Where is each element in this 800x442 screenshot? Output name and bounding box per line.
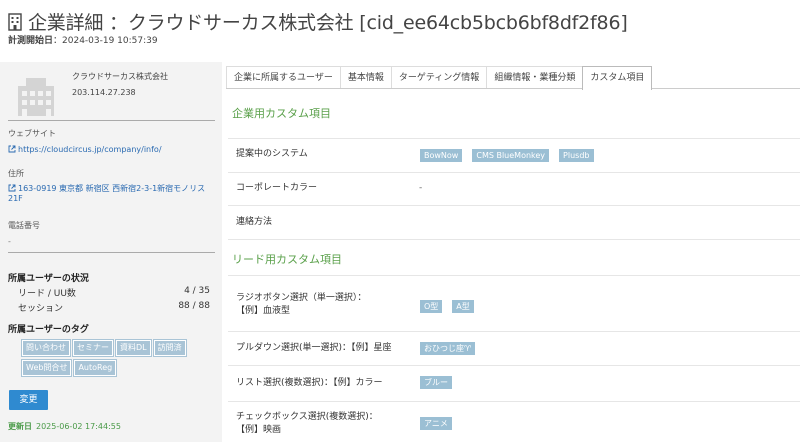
- change-button[interactable]: 変更: [9, 390, 48, 410]
- company-logo-icon: [18, 78, 54, 116]
- tab-targeting[interactable]: ターゲティング情報: [390, 66, 488, 88]
- divider: [8, 120, 215, 121]
- row-divider: [228, 275, 800, 276]
- measure-value: ：2024-03-19 10:57:39: [53, 36, 158, 46]
- address-text: 163-0919 東京都 新宿区 西新宿2-3-1新宿モノリス21F: [8, 184, 206, 203]
- user-tags: 問い合わせ セミナー 資料DL 訪問済 Web問合せ AutoReg: [20, 339, 212, 377]
- field-label: 提案中のシステム: [236, 149, 308, 159]
- website-label: ウェブサイト: [8, 129, 56, 138]
- address-label: 住所: [8, 169, 24, 178]
- tab-bar: 企業に所属するユーザー 基本情報 ターゲティング情報 組織情報・業種分類 カスタ…: [226, 66, 800, 90]
- tag: 訪問済: [152, 339, 187, 357]
- value-chip: CMS BlueMonkey: [472, 149, 550, 162]
- field-label: プルダウン選択(単一選択)：【例】星座: [236, 343, 392, 353]
- tab-organization[interactable]: 組織情報・業種分類: [486, 66, 584, 88]
- tag: Web問合せ: [20, 359, 73, 377]
- stat-value: 88 / 88: [178, 301, 210, 311]
- field-label: コーポレートカラー: [236, 183, 318, 193]
- value-chip: アニメ: [420, 417, 452, 430]
- company-card: クラウドサーカス株式会社 203.114.27.238: [8, 66, 215, 122]
- tab-company-users[interactable]: 企業に所属するユーザー: [226, 66, 341, 88]
- row-divider: [228, 138, 800, 139]
- users-status-title: 所属ユーザーの状況: [8, 274, 89, 284]
- company-name: クラウドサーカス株式会社: [72, 72, 168, 81]
- field-label: チェックボックス選択(複数選択)： 【例】映画: [236, 412, 378, 435]
- measure-start: 計測開始日：2024-03-19 10:57:39: [8, 33, 158, 46]
- address-link[interactable]: 163-0919 東京都 新宿区 西新宿2-3-1新宿モノリス21F: [8, 184, 214, 204]
- phone-label: 電話番号: [8, 221, 40, 230]
- website-link[interactable]: https://cloudcircus.jp/company/info/: [8, 145, 162, 154]
- main-panel: 企業に所属するユーザー 基本情報 ターゲティング情報 組織情報・業種分類 カスタ…: [222, 62, 800, 442]
- row-divider: [228, 365, 800, 366]
- website-url: https://cloudcircus.jp/company/info/: [18, 145, 162, 154]
- value-chip: おひつじ座♈: [420, 342, 476, 355]
- field-label: リスト選択(複数選択)：【例】カラー: [236, 378, 383, 388]
- field-value: おひつじ座♈: [420, 342, 476, 355]
- row-divider: [228, 205, 800, 206]
- tag: 資料DL: [115, 339, 152, 357]
- divider: [8, 252, 215, 253]
- updated-date: 更新日 2025-06-02 17:44:55: [8, 421, 121, 432]
- page-title: 企業詳細 ：クラウドサーカス株式会社 [cid_ee64cb5bcb6bf8df…: [28, 12, 628, 34]
- stat-value: 4 / 35: [184, 286, 210, 296]
- company-ip: 203.114.27.238: [72, 88, 136, 97]
- tag: セミナー: [72, 339, 114, 357]
- measure-label: 計測開始日: [8, 36, 54, 46]
- stat-label: セッション: [18, 304, 64, 314]
- building-icon: [8, 12, 22, 31]
- page-header: 企業詳細 ：クラウドサーカス株式会社 [cid_ee64cb5bcb6bf8df…: [0, 0, 800, 62]
- stat-row-lead: リード / UU数 4 / 35: [18, 286, 210, 299]
- stat-label: リード / UU数: [18, 289, 76, 299]
- tag: 問い合わせ: [21, 339, 71, 357]
- row-divider: [228, 331, 800, 332]
- value-chip: O型: [420, 300, 443, 313]
- phone-value: -: [8, 237, 11, 246]
- row-divider: [228, 172, 800, 173]
- company-sidebar: クラウドサーカス株式会社 203.114.27.238 ウェブサイト https…: [0, 62, 222, 442]
- field-value: -: [419, 183, 423, 193]
- row-divider: [228, 239, 800, 240]
- external-link-icon: [8, 145, 16, 153]
- tag: AutoReg: [73, 359, 118, 377]
- company-custom-title: 企業用カスタム項目: [232, 107, 331, 120]
- tab-custom-fields[interactable]: カスタム項目: [582, 66, 653, 90]
- lead-custom-title: リード用カスタム項目: [232, 253, 342, 266]
- tab-basic-info[interactable]: 基本情報: [339, 66, 392, 88]
- value-chip: A型: [452, 300, 474, 313]
- row-divider: [228, 401, 800, 402]
- field-value: BowNow CMS BlueMonkey Plusdb: [420, 149, 594, 162]
- field-label: 連絡方法: [236, 217, 273, 227]
- external-link-icon: [8, 184, 16, 192]
- users-tags-title: 所属ユーザーのタグ: [8, 325, 89, 335]
- value-chip: ブルー: [420, 376, 452, 389]
- field-value: アニメ: [420, 417, 452, 430]
- value-chip: BowNow: [420, 149, 463, 162]
- updated-value: 2025-06-02 17:44:55: [36, 422, 121, 431]
- field-label: ラジオボタン選択（単一選択）： 【例】血液型: [236, 293, 367, 316]
- stat-row-session: セッション 88 / 88: [18, 301, 210, 314]
- updated-label: 更新日: [8, 422, 32, 431]
- field-value: ブルー: [420, 376, 452, 389]
- value-chip: Plusdb: [559, 149, 594, 162]
- field-value: O型 A型: [420, 300, 474, 313]
